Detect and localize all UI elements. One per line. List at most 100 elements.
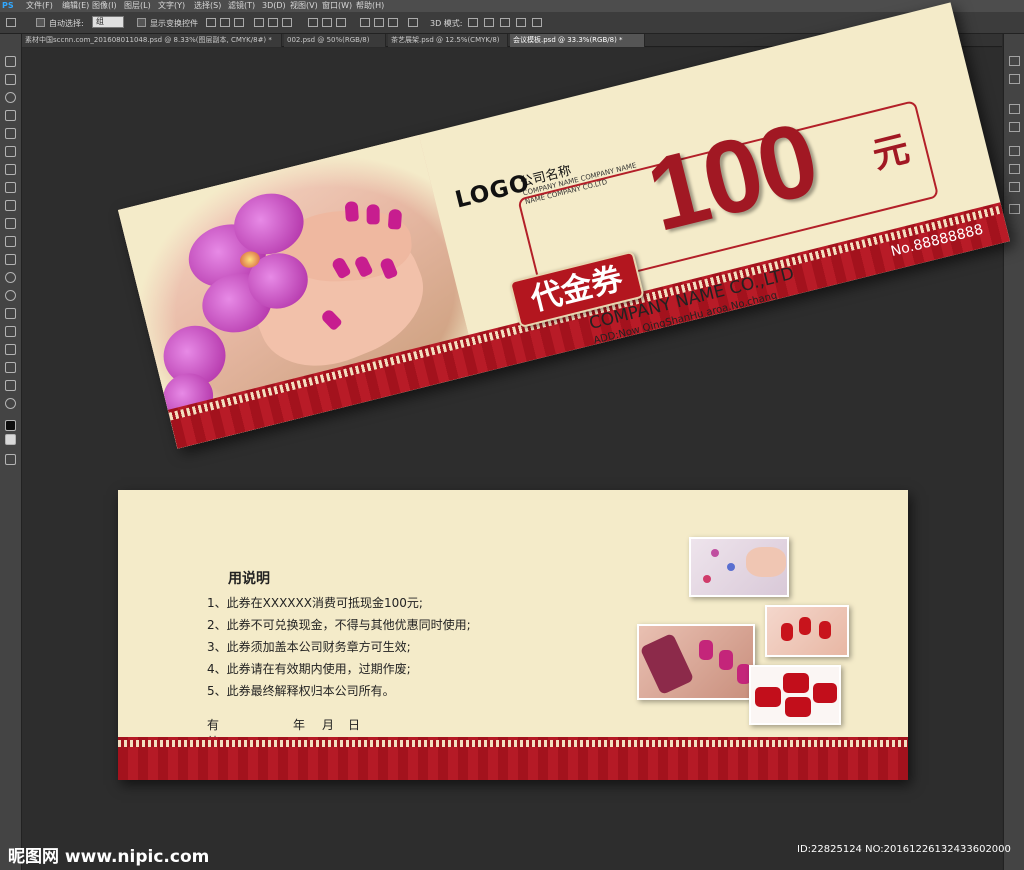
tab-document-3[interactable]: 茶艺展架.psd @ 12.5%(CMYK/8) (388, 34, 508, 47)
menu-window[interactable]: 窗口(W) (322, 0, 352, 12)
quick-select-tool-icon[interactable] (5, 110, 16, 121)
align-middle-icon[interactable] (220, 18, 230, 27)
distribute-middle-icon[interactable] (322, 18, 332, 27)
tools-panel (0, 34, 22, 870)
auto-select-checkbox[interactable] (36, 18, 45, 27)
zoom-tool-icon[interactable] (5, 398, 16, 409)
tab-document-active[interactable]: 会议模板.psd @ 33.3%(RGB/8) * (510, 34, 645, 47)
menu-edit[interactable]: 编辑(E) (62, 0, 89, 12)
3d-scale-icon[interactable] (532, 18, 542, 27)
crop-tool-icon[interactable] (5, 128, 16, 139)
layers-panel-icon[interactable] (1009, 146, 1020, 156)
3d-orbit-icon[interactable] (468, 18, 478, 27)
nail-shape (781, 623, 793, 641)
watermark-id: ID:22825124 NO:20161226132433602000 (797, 844, 1011, 855)
tab-label: 茶艺展架.psd @ 12.5%(CMYK/8) (391, 36, 500, 44)
nail-photo-2 (765, 605, 849, 657)
3d-slide-icon[interactable] (516, 18, 526, 27)
nail-photo-3 (637, 624, 755, 700)
eyedropper-tool-icon[interactable] (5, 146, 16, 157)
distribute-bottom-icon[interactable] (336, 18, 346, 27)
menu-view[interactable]: 视图(V) (290, 0, 318, 12)
validity-year: 年 (293, 718, 306, 732)
watermark-site: 昵图网 www.nipic.com (8, 847, 210, 867)
nail-photo-1 (689, 537, 789, 597)
3d-pan-icon[interactable] (500, 18, 510, 27)
menu-bar: PS 文件(F) 编辑(E) 图像(I) 图层(L) 文字(Y) 选择(S) 滤… (0, 0, 1024, 12)
character-panel-icon[interactable] (1009, 104, 1020, 114)
validity-day: 日 (348, 718, 361, 732)
nail-polish-bottle (639, 632, 695, 696)
gem-shape (711, 549, 719, 557)
eraser-tool-icon[interactable] (5, 236, 16, 247)
show-transform-label: 显示变换控件 (150, 19, 198, 28)
align-top-icon[interactable] (206, 18, 216, 27)
photoshop-logo: PS (2, 1, 14, 10)
nail-shape (755, 687, 781, 707)
distribute-right-icon[interactable] (388, 18, 398, 27)
channels-panel-icon[interactable] (1009, 164, 1020, 174)
menu-help[interactable]: 帮助(H) (356, 0, 384, 12)
auto-select-label: 自动选择: (49, 19, 84, 28)
rule-item: 2、此券不可兑换现金，不得与其他优惠同时使用; (207, 618, 471, 632)
rule-item: 1、此券在XXXXXX消费可抵现金100元; (207, 596, 423, 610)
distribute-left-icon[interactable] (360, 18, 370, 27)
properties-panel-icon[interactable] (1009, 74, 1020, 84)
panels-dock (1003, 34, 1024, 870)
shape-tool-icon[interactable] (5, 362, 16, 373)
move-tool-icon[interactable] (6, 18, 16, 27)
healing-brush-tool-icon[interactable] (5, 164, 16, 175)
blur-tool-icon[interactable] (5, 272, 16, 283)
nail-shape (783, 673, 809, 693)
auto-select-dropdown[interactable]: 组 (92, 16, 124, 28)
menu-filter[interactable]: 滤镜(T) (228, 0, 255, 12)
align-right-icon[interactable] (282, 18, 292, 27)
menu-image[interactable]: 图像(I) (92, 0, 117, 12)
type-tool-icon[interactable] (5, 326, 16, 337)
nail-photo-4 (749, 665, 841, 725)
menu-type[interactable]: 文字(Y) (158, 0, 185, 12)
marquee-tool-icon[interactable] (5, 74, 16, 85)
history-panel-icon[interactable] (1009, 56, 1020, 66)
dodge-tool-icon[interactable] (5, 290, 16, 301)
auto-align-icon[interactable] (408, 18, 418, 27)
align-left-icon[interactable] (254, 18, 264, 27)
menu-select[interactable]: 选择(S) (194, 0, 221, 12)
move-tool-icon[interactable] (5, 56, 16, 67)
adjustments-panel-icon[interactable] (1009, 204, 1020, 214)
path-select-tool-icon[interactable] (5, 344, 16, 355)
voucher-back: 用说明 1、此券在XXXXXX消费可抵现金100元; 2、此券不可兑换现金，不得… (118, 490, 908, 780)
voucher-amount: 100 (636, 100, 828, 255)
paragraph-panel-icon[interactable] (1009, 122, 1020, 132)
nail-shape (366, 204, 380, 225)
3d-roll-icon[interactable] (484, 18, 494, 27)
background-color-icon[interactable] (5, 434, 16, 445)
paths-panel-icon[interactable] (1009, 182, 1020, 192)
tab-label: 会议模板.psd @ 33.3%(RGB/8) * (513, 36, 623, 44)
align-bottom-icon[interactable] (234, 18, 244, 27)
tab-document-2[interactable]: 002.psd @ 50%(RGB/8) (284, 34, 386, 47)
show-transform-checkbox[interactable] (137, 18, 146, 27)
clone-stamp-tool-icon[interactable] (5, 200, 16, 211)
menu-file[interactable]: 文件(F) (26, 0, 53, 12)
nail-shape (819, 621, 831, 639)
quick-mask-icon[interactable] (5, 454, 16, 465)
rule-item: 4、此券请在有效期内使用，过期作废; (207, 662, 411, 676)
hand-tool-icon[interactable] (5, 380, 16, 391)
tab-document-1[interactable]: 素材中国sccnn.com_20160801104​8.psd @ 8.33%(… (22, 34, 282, 47)
3d-mode-label: 3D 模式: (430, 19, 463, 28)
align-center-icon[interactable] (268, 18, 278, 27)
distribute-center-icon[interactable] (374, 18, 384, 27)
gradient-tool-icon[interactable] (5, 254, 16, 265)
brush-tool-icon[interactable] (5, 182, 16, 193)
menu-layer[interactable]: 图层(L) (124, 0, 151, 12)
rule-item: 3、此券须加盖本公司财务章方可生效; (207, 640, 411, 654)
tab-label: 002.psd @ 50%(RGB/8) (287, 36, 370, 44)
foreground-color-icon[interactable] (5, 420, 16, 431)
menu-3d[interactable]: 3D(D) (262, 0, 286, 12)
history-brush-tool-icon[interactable] (5, 218, 16, 229)
lasso-tool-icon[interactable] (5, 92, 16, 103)
pen-tool-icon[interactable] (5, 308, 16, 319)
distribute-top-icon[interactable] (308, 18, 318, 27)
nail-shape (813, 683, 837, 703)
